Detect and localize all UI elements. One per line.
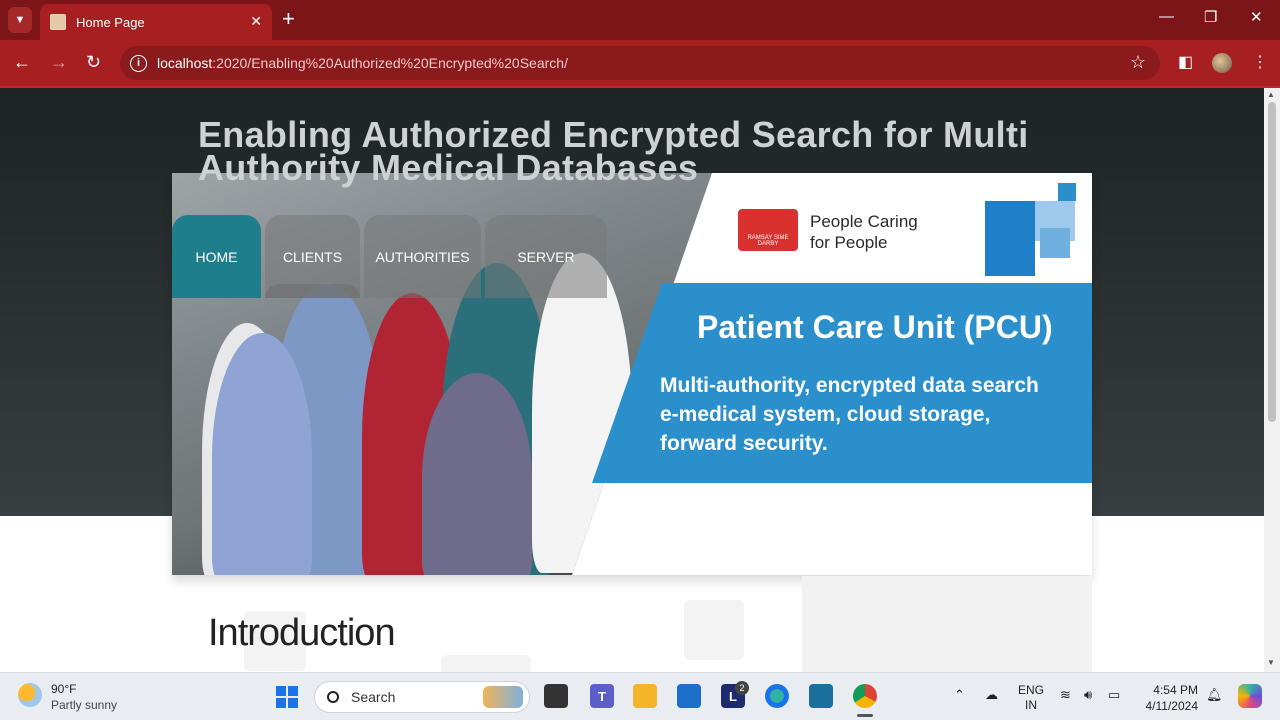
system-clock[interactable]: 4:54 PM 4/11/2024 (1140, 682, 1199, 714)
desc-line-1: Multi-authority, encrypted data search (660, 374, 1039, 397)
start-button[interactable] (276, 686, 298, 708)
side-panel-icon[interactable]: ◧ (1178, 52, 1193, 72)
lang-line-2: IN (1025, 698, 1037, 712)
scroll-up-icon[interactable]: ▲ (1267, 90, 1275, 99)
nav-home-label: HOME (195, 248, 238, 265)
desc-line-3: forward security. (660, 432, 828, 455)
battery-icon[interactable]: ▭ (1108, 687, 1120, 703)
tab-title: Home Page (76, 14, 145, 30)
browser-tab[interactable]: Home Page ✕ (40, 4, 272, 40)
scroll-down-icon[interactable]: ▼ (1267, 658, 1275, 667)
search-label: Search (351, 689, 396, 705)
task-view-icon[interactable] (544, 684, 568, 708)
url-host: localhost (157, 55, 213, 71)
tagline-line-1: People Caring (810, 212, 918, 231)
nav-authorities[interactable]: AUTHORITIES (364, 215, 481, 298)
clock-time: 4:54 PM (1153, 683, 1198, 697)
notification-badge: 2 (735, 681, 749, 695)
close-window-button[interactable]: ✕ (1250, 8, 1263, 26)
url-text[interactable]: localhost:2020/Enabling%20Authorized%20E… (157, 55, 568, 71)
bookmark-star-icon[interactable]: ☆ (1130, 52, 1146, 73)
new-tab-button[interactable]: + (282, 8, 295, 30)
nav-authorities-label: AUTHORITIES (375, 248, 470, 265)
tab-close-icon[interactable]: ✕ (250, 13, 262, 30)
web-page: RAMSAY SIME DARBY People Caring for Peop… (0, 88, 1264, 672)
profile-avatar[interactable] (1212, 53, 1232, 73)
chrome-icon[interactable] (853, 684, 877, 708)
scrollbar-thumb[interactable] (1268, 102, 1276, 422)
cortana-icon[interactable] (809, 684, 833, 708)
show-hidden-icons-icon[interactable]: ⌃ (954, 687, 965, 703)
placeholder-block (441, 655, 531, 672)
banner-heading: Patient Care Unit (PCU) (697, 309, 1053, 345)
back-button[interactable]: ← (13, 52, 31, 72)
windows-taskbar: 90°F Partly sunny Search T L 2 ⌃ ☁ ENG I… (0, 672, 1280, 720)
weather-temperature[interactable]: 90°F (51, 682, 76, 696)
desc-line-2: e-medical system, cloud storage, (660, 403, 991, 426)
clock-date: 4/11/2024 (1145, 699, 1199, 713)
language-indicator[interactable]: ENG IN (1018, 683, 1044, 713)
tagline-line-2: for People (810, 233, 888, 252)
forward-button[interactable]: → (50, 52, 68, 72)
weather-condition[interactable]: Partly sunny (51, 698, 117, 712)
nav-tab-decoration (174, 284, 260, 298)
address-bar[interactable]: i localhost:2020/Enabling%20Authorized%2… (120, 46, 1160, 80)
onedrive-icon[interactable]: ☁ (985, 687, 998, 703)
nav-server[interactable]: SERVER (485, 215, 607, 298)
edge-icon[interactable] (765, 684, 789, 708)
sidebar-panel (802, 576, 1092, 672)
section-heading: Introduction (208, 612, 396, 654)
banner-tagline: People Caring for People (810, 211, 918, 253)
browser-tab-bar: ▼ Home Page ✕ + — ❐ ✕ (0, 0, 1280, 40)
page-title: Enabling Authorized Encrypted Search for… (198, 114, 1029, 188)
lang-line-1: ENG (1018, 683, 1045, 697)
teams-icon[interactable]: T (590, 684, 614, 708)
placeholder-block (684, 600, 744, 660)
browser-toolbar: ← → ↻ i localhost:2020/Enabling%20Author… (0, 40, 1280, 86)
favicon-icon (50, 14, 66, 30)
notifications-bell-icon[interactable]: 🔔︎ (1206, 687, 1223, 703)
nav-tab-decoration (265, 284, 360, 298)
tab-search-button[interactable]: ▼ (8, 7, 32, 33)
weather-icon[interactable] (18, 683, 42, 707)
site-info-icon[interactable]: i (130, 54, 147, 72)
menu-kebab-icon[interactable]: ⋮ (1252, 52, 1268, 72)
hospital-logo: RAMSAY SIME DARBY (738, 209, 798, 251)
search-icon (327, 691, 339, 703)
page-scrollbar[interactable]: ▲ ▼ (1264, 88, 1280, 672)
taskbar-search[interactable]: Search (314, 681, 530, 713)
nav-server-label: SERVER (517, 248, 575, 265)
copilot-icon[interactable] (1238, 684, 1262, 708)
url-path: :2020/Enabling%20Authorized%20Encrypted%… (212, 55, 568, 71)
active-app-indicator (857, 714, 873, 717)
reload-button[interactable]: ↻ (86, 52, 101, 72)
wifi-icon[interactable]: ≋ (1060, 687, 1071, 703)
nav-clients-label: CLIENTS (282, 248, 343, 265)
banner-description: Multi-authority, encrypted data search e… (660, 371, 1039, 458)
store-icon[interactable] (677, 684, 701, 708)
search-highlight-icon (483, 686, 523, 708)
file-explorer-icon[interactable] (633, 684, 657, 708)
restore-button[interactable]: ❐ (1204, 8, 1217, 26)
minimize-button[interactable]: — (1159, 8, 1174, 25)
volume-icon[interactable]: 🔊︎ (1084, 687, 1092, 703)
